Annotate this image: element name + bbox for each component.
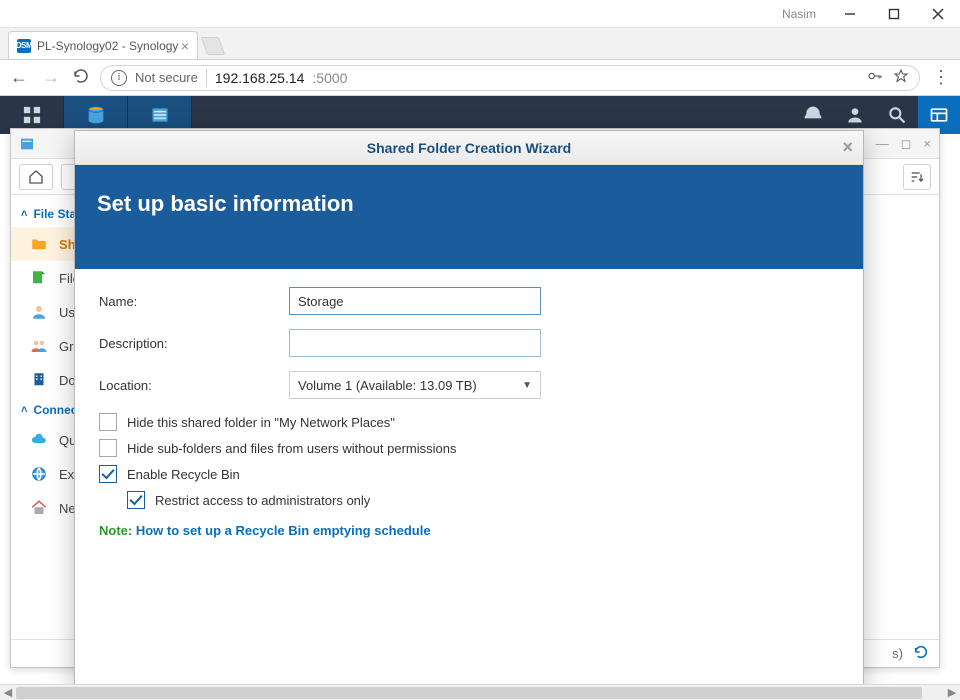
checkbox-label: Hide this shared folder in "My Network P… [127,415,395,430]
scroll-left-arrow[interactable]: ◀ [0,686,16,699]
dropdown-arrow-icon: ▼ [522,380,532,391]
scroll-right-arrow[interactable]: ▶ [944,686,960,699]
os-titlebar: Nasim [0,0,960,28]
description-input[interactable] [289,329,541,357]
saved-password-key-icon[interactable] [867,68,883,87]
os-close-button[interactable] [916,0,960,28]
note-link[interactable]: How to set up a Recycle Bin emptying sch… [136,523,431,538]
checkbox-icon [99,465,117,483]
wizard-banner: Set up basic information [75,165,863,269]
note-label: Note: [99,523,132,538]
checkbox-label: Hide sub-folders and files from users wi… [127,441,456,456]
note-line: Note: How to set up a Recycle Bin emptyi… [99,523,839,538]
wizard-title-text: Shared Folder Creation Wizard [367,140,571,156]
browser-horizontal-scrollbar[interactable]: ◀ ▶ [0,684,960,700]
window-maximize-icon[interactable]: ◻ [901,136,912,152]
name-label: Name: [99,294,289,309]
group-icon [29,336,49,356]
wizard-heading: Set up basic information [97,191,841,217]
checkbox-enable-recycle-bin[interactable]: Enable Recycle Bin [99,465,839,483]
user-icon [29,302,49,322]
checkbox-restrict-admin[interactable]: Restrict access to administrators only [127,491,839,509]
wizard-form: Name: Description: Location: Volume 1 (A… [75,269,863,556]
os-minimize-button[interactable] [828,0,872,28]
checkbox-label: Enable Recycle Bin [127,467,240,482]
checkbox-icon [99,413,117,431]
description-label: Description: [99,336,289,351]
shared-folder-wizard: Shared Folder Creation Wizard × Set up b… [74,130,864,690]
tab-favicon: DSM [17,39,31,53]
not-secure-label: Not secure [135,70,198,85]
bookmark-star-icon[interactable] [893,68,909,87]
checkbox-hide-network-places[interactable]: Hide this shared folder in "My Network P… [99,413,839,431]
cloud-icon [29,430,49,450]
network-icon [29,498,49,518]
site-info-icon[interactable]: i [111,70,127,86]
wizard-titlebar[interactable]: Shared Folder Creation Wizard × [75,131,863,165]
location-select[interactable]: Volume 1 (Available: 13.09 TB) ▼ [289,371,541,399]
location-value: Volume 1 (Available: 13.09 TB) [298,378,477,393]
url-host: 192.168.25.14 [215,70,305,86]
window-minimize-icon[interactable]: — [876,136,889,152]
wizard-close-icon[interactable]: × [842,137,853,158]
name-input[interactable] [289,287,541,315]
scroll-thumb[interactable] [16,687,922,699]
window-app-icon [19,136,35,152]
toolbar-home-button[interactable] [19,164,53,190]
location-label: Location: [99,378,289,393]
chevron-up-icon: ˄ [21,208,27,220]
checkbox-label: Restrict access to administrators only [155,493,370,508]
browser-tab-active[interactable]: DSM PL-Synology02 - Synology × [8,31,198,59]
browser-tabstrip: DSM PL-Synology02 - Synology × [0,28,960,60]
scroll-track[interactable] [16,687,944,699]
browser-toolbar: ← → i Not secure 192.168.25.14 :5000 ⋮ [0,60,960,96]
checkbox-hide-subfolders[interactable]: Hide sub-folders and files from users wi… [99,439,839,457]
window-close-icon[interactable]: × [923,136,931,152]
nav-forward-button[interactable]: → [40,67,62,88]
os-maximize-button[interactable] [872,0,916,28]
file-services-icon [29,268,49,288]
new-tab-button[interactable] [201,37,226,55]
browser-menu-button[interactable]: ⋮ [930,67,952,88]
shared-folder-icon [29,234,49,254]
tab-close-icon[interactable]: × [181,38,189,54]
os-username: Nasim [782,7,816,21]
toolbar-sort-button[interactable] [903,164,931,190]
footer-text: s) [892,646,903,661]
address-bar[interactable]: i Not secure 192.168.25.14 :5000 [100,65,920,91]
omnibox-divider [206,69,207,87]
tab-title: PL-Synology02 - Synology [37,39,181,53]
url-port: :5000 [312,70,347,86]
domain-icon [29,370,49,390]
chevron-up-icon: ˄ [21,404,27,416]
nav-reload-button[interactable] [72,67,90,88]
checkbox-icon [127,491,145,509]
refresh-icon[interactable] [913,644,929,663]
globe-icon [29,464,49,484]
nav-back-button[interactable]: ← [8,67,30,88]
checkbox-icon [99,439,117,457]
